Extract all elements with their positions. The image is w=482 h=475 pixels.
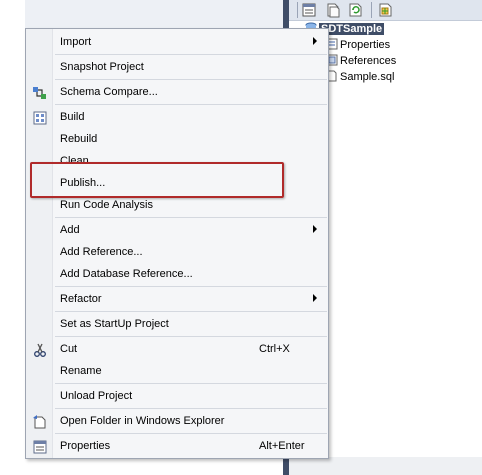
menu-item-shortcut: Ctrl+X [259,343,290,355]
menu-item-label: Rename [60,365,102,377]
menu-item-label: Add [60,224,80,236]
schema-compare-icon [33,87,46,99]
properties-window-icon[interactable] [301,2,317,18]
menu-item-label: Cut [60,343,78,355]
menu-item-label: Schema Compare... [60,86,158,98]
menu-separator [55,383,327,384]
editor-top-strip [25,0,283,29]
menu-item-label: Refactor [60,293,102,305]
menu-item-shortcut: Alt+Enter [259,440,305,452]
show-all-files-icon[interactable] [325,2,341,18]
toolbar-separator [371,2,372,18]
menu-item-add-database-reference[interactable]: Add Database Reference... [26,264,328,284]
tree-item-label: References [340,55,397,67]
status-strip-light [289,457,482,475]
menu-item-refactor[interactable]: Refactor [26,289,328,309]
menu-item-label: Snapshot Project [60,61,144,73]
menu-item-set-startup-project[interactable]: Set as StartUp Project [26,314,328,334]
build-icon [33,111,47,125]
menu-separator [55,433,327,434]
menu-item-open-folder[interactable]: Open Folder in Windows Explorer [26,411,328,431]
menu-item-label: Properties [60,440,111,452]
menu-separator [55,408,327,409]
menu-separator [55,311,327,312]
menu-separator [55,336,327,337]
submenu-arrow-icon [313,294,317,302]
submenu-arrow-icon [313,225,317,233]
publish-highlight-box [30,162,284,198]
menu-item-add-reference[interactable]: Add Reference... [26,242,328,262]
menu-item-label: Add Reference... [60,246,143,258]
menu-item-add[interactable]: Add [26,220,328,240]
menu-item-rebuild[interactable]: Rebuild [26,129,328,149]
menu-separator [55,217,327,218]
menu-item-label: Open Folder in Windows Explorer [60,415,225,427]
submenu-arrow-icon [313,37,317,45]
schema-view-icon[interactable] [377,2,393,18]
menu-item-schema-compare[interactable]: Schema Compare... [26,82,328,102]
menu-separator [55,79,327,80]
tree-item-references[interactable]: References [326,53,396,69]
menu-item-label: Add Database Reference... [60,268,193,280]
toolbar-separator [297,2,298,18]
menu-item-import[interactable]: Import [26,32,328,52]
menu-item-run-code-analysis[interactable]: Run Code Analysis [26,195,328,215]
menu-item-label: Rebuild [60,133,98,145]
tree-item-properties[interactable]: Properties [326,37,390,53]
menu-separator [55,104,327,105]
menu-item-label: Set as StartUp Project [60,318,169,330]
tree-item-sample-sql[interactable]: Sample.sql [326,69,394,85]
refresh-icon[interactable] [347,2,363,18]
menu-item-label: Unload Project [60,390,133,402]
menu-item-properties[interactable]: Properties Alt+Enter [26,436,328,456]
menu-item-rename[interactable]: Rename [26,361,328,381]
menu-item-snapshot-project[interactable]: Snapshot Project [26,57,328,77]
menu-item-label: Build [60,111,85,123]
menu-item-unload-project[interactable]: Unload Project [26,386,328,406]
menu-separator [55,286,327,287]
menu-item-build[interactable]: Build [26,107,328,127]
context-menu: Import Snapshot Project Schema Compare..… [25,28,329,459]
solution-explorer-toolbar [289,0,482,21]
properties-icon [33,440,47,454]
menu-separator [55,54,327,55]
menu-item-cut[interactable]: Cut Ctrl+X [26,339,328,359]
menu-item-label: Import [60,36,92,48]
tree-item-label: Properties [340,39,391,51]
scissors-icon [34,343,46,357]
menu-item-label: Run Code Analysis [60,199,153,211]
open-folder-icon [33,415,46,429]
tree-item-label: Sample.sql [340,71,395,83]
